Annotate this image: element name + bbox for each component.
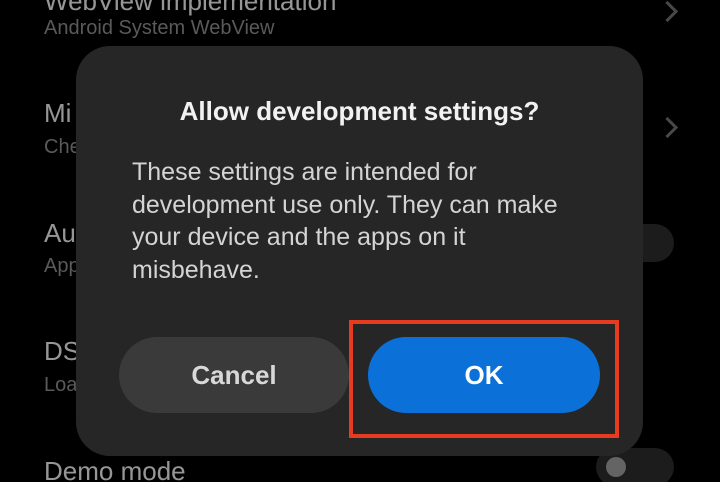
cancel-button[interactable]: Cancel: [119, 337, 349, 413]
ok-highlight-box: [349, 320, 619, 438]
dialog-title: Allow development settings?: [179, 96, 540, 126]
settings-screen: WebView implementation Android System We…: [0, 0, 720, 482]
dialog-message: These settings are intended for developm…: [132, 158, 558, 284]
